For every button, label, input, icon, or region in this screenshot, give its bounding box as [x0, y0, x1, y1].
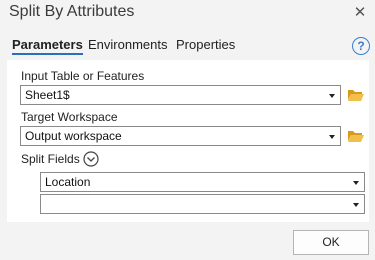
help-icon[interactable]: ?: [352, 37, 370, 55]
target-workspace-value: Output workspace: [25, 129, 122, 143]
chevron-down-icon: [353, 181, 359, 185]
tab-parameters[interactable]: Parameters: [12, 37, 83, 55]
input-table-label: Input Table or Features: [21, 69, 145, 83]
window-title: Split By Attributes: [9, 3, 135, 20]
target-workspace-dropdown[interactable]: Output workspace: [20, 126, 341, 146]
split-field-value: Location: [45, 175, 91, 189]
folder-open-icon[interactable]: [347, 88, 365, 102]
split-fields-label: Split Fields: [21, 152, 80, 166]
collapse-chevron-icon[interactable]: [83, 151, 99, 167]
chevron-down-icon: [353, 203, 359, 207]
target-workspace-label: Target Workspace: [21, 110, 118, 124]
tab-environments[interactable]: Environments: [88, 37, 167, 52]
tab-properties[interactable]: Properties: [176, 37, 235, 52]
folder-open-icon[interactable]: [347, 129, 365, 143]
title-bar: Split By Attributes ✕: [0, 0, 375, 28]
close-icon[interactable]: ✕: [349, 2, 371, 24]
input-table-value: Sheet1$: [25, 88, 70, 102]
ok-button[interactable]: OK: [293, 230, 369, 255]
chevron-down-icon: [329, 135, 335, 139]
chevron-down-icon: [329, 94, 335, 98]
split-field-dropdown-2[interactable]: [40, 194, 365, 214]
parameters-panel: Input Table or Features Sheet1$ Target W…: [7, 60, 369, 222]
split-field-dropdown-1[interactable]: Location: [40, 172, 365, 192]
input-table-dropdown[interactable]: Sheet1$: [20, 85, 341, 105]
